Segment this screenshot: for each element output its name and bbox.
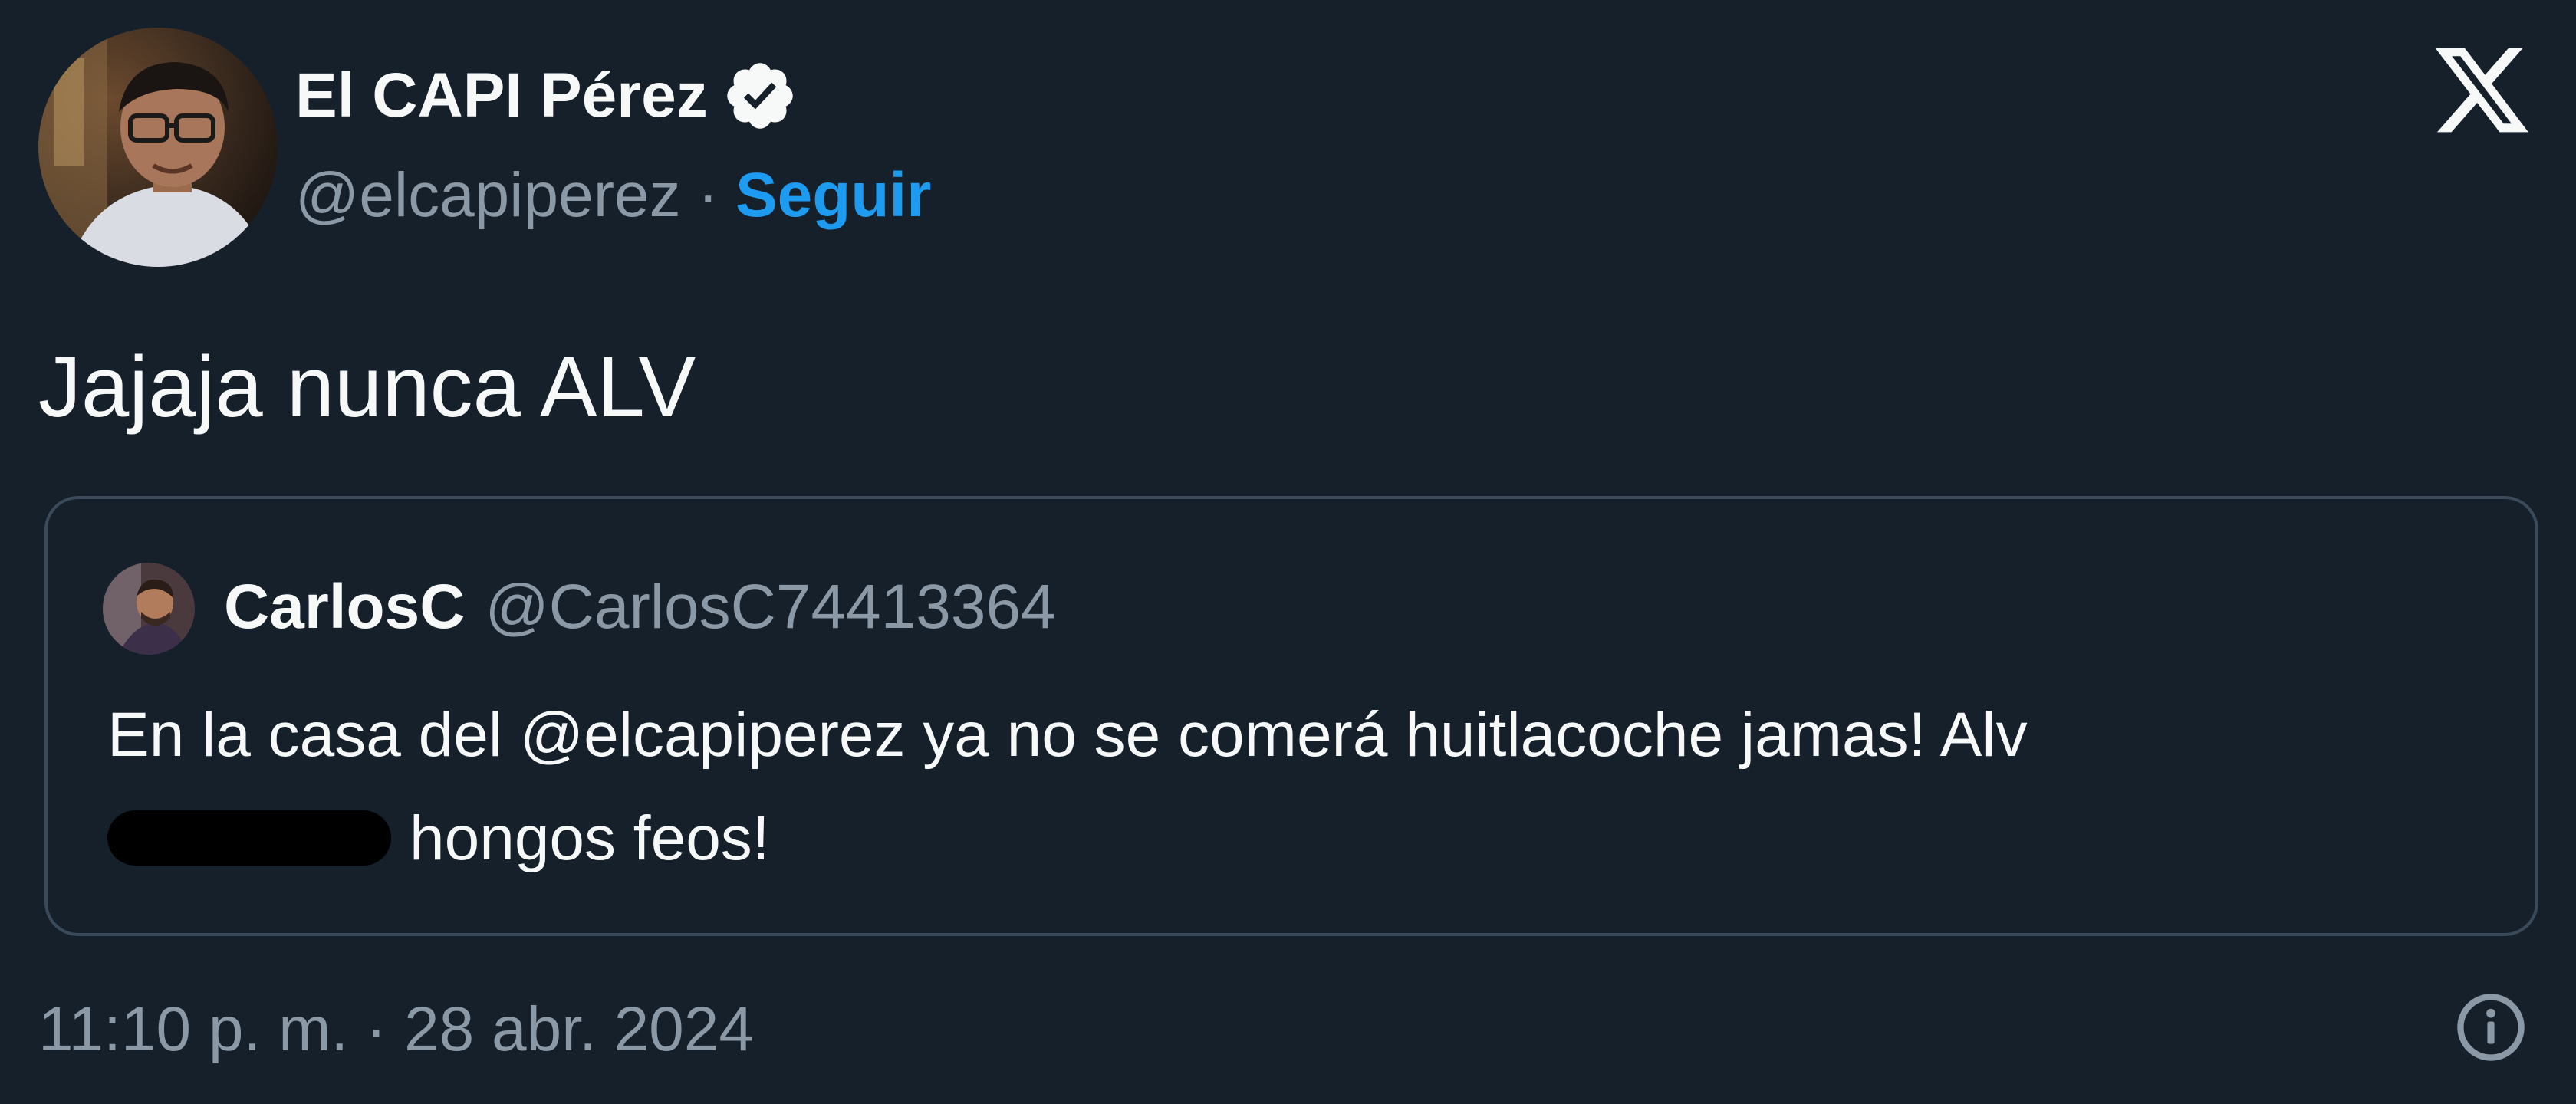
quoted-text-line-1: En la casa del @elcapiperez ya no se com… (107, 700, 2028, 770)
author-avatar[interactable] (38, 28, 278, 267)
author-handle-row: @elcapiperez · Seguir (295, 153, 931, 238)
author-display-name[interactable]: El CAPI Pérez (295, 54, 708, 138)
quoted-author-handle[interactable]: @CarlosC74413364 (485, 571, 1055, 643)
verified-badge-icon (727, 63, 793, 129)
follow-button[interactable]: Seguir (735, 153, 931, 238)
avatar-photo (103, 563, 195, 655)
quoted-tweet-card[interactable]: CarlosC @CarlosC74413364 En la casa del … (44, 496, 2538, 936)
x-logo-icon[interactable] (2427, 38, 2536, 142)
tweet-text: Jajaja nunca ALV (38, 339, 696, 435)
author-name-row: El CAPI Pérez (295, 54, 798, 138)
author-handle[interactable]: @elcapiperez (295, 153, 681, 238)
quoted-author-name[interactable]: CarlosC (224, 571, 465, 643)
redaction-block (107, 810, 391, 866)
quoted-tweet-text: En la casa del @elcapiperez ya no se com… (107, 683, 2408, 890)
quoted-author-avatar[interactable] (103, 563, 195, 655)
info-icon[interactable] (2453, 989, 2529, 1066)
quoted-text-line-2-text: hongos feos! (410, 803, 770, 873)
tweet-timestamp[interactable]: 11:10 p. m. · 28 abr. 2024 (38, 987, 754, 1072)
separator-dot: · (697, 160, 719, 230)
quoted-text-line-2: hongos feos! (107, 787, 2408, 890)
quoted-author-row: CarlosC @CarlosC74413364 (224, 565, 1056, 649)
tweet-card: El CAPI Pérez @elcapiperez · Seguir Jaja… (0, 0, 2576, 1104)
avatar-photo (38, 28, 278, 267)
